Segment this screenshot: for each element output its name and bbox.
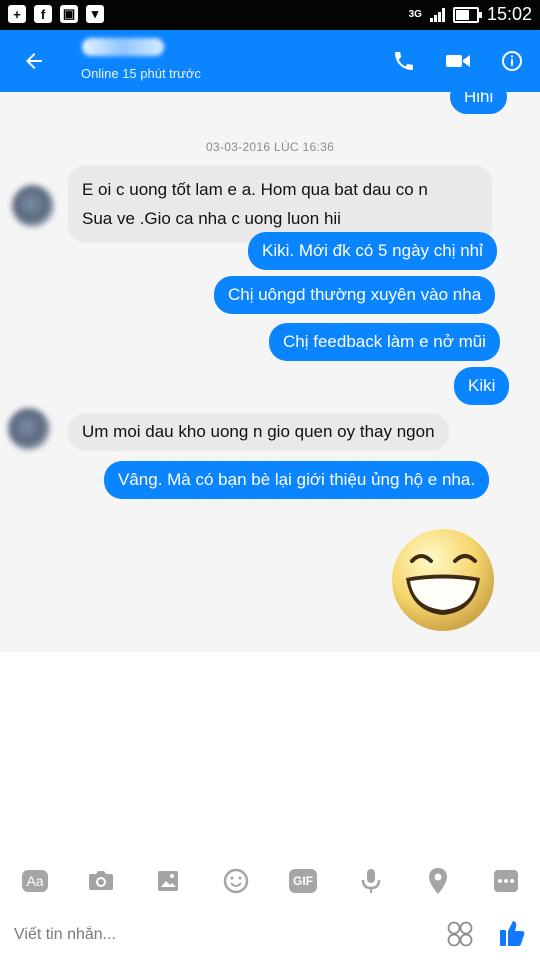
message-input[interactable] xyxy=(12,916,416,954)
gallery-icon: ▣ xyxy=(60,5,78,23)
shield-icon: ▾ xyxy=(86,5,104,23)
date-divider: 03-03-2016 LÚC 16:36 xyxy=(205,140,335,154)
video-camera-icon[interactable] xyxy=(444,47,472,75)
sticker-icon[interactable] xyxy=(446,920,474,948)
plus-notification-icon: + xyxy=(8,5,26,23)
message-bubble-incoming[interactable]: Um moi dau kho uong n gio quen oy thay n… xyxy=(68,413,449,451)
microphone-icon[interactable] xyxy=(354,868,388,894)
battery-icon xyxy=(452,6,482,23)
camera-icon[interactable] xyxy=(84,868,118,894)
status-right: 3G 15:02 xyxy=(409,4,532,25)
network-type: 3G xyxy=(408,9,422,20)
composer-toolbar: Aa GIF xyxy=(0,860,540,900)
message-bubble-outgoing[interactable]: Kiki xyxy=(454,367,510,405)
contact-name-blurred xyxy=(82,38,164,56)
message-composer xyxy=(0,912,540,960)
contact-avatar[interactable] xyxy=(8,408,50,450)
back-arrow-icon[interactable] xyxy=(20,47,48,75)
message-bubble-outgoing[interactable]: Kiki. Mới đk có 5 ngày chị nhỉ xyxy=(248,232,497,270)
signal-icon xyxy=(429,7,445,22)
text-format-button[interactable]: Aa xyxy=(18,868,52,894)
info-icon[interactable] xyxy=(498,47,526,75)
more-icon[interactable] xyxy=(489,868,523,894)
message-line: E oi c uong tốt lam e a. Hom qua bat dau… xyxy=(82,180,428,199)
status-left: + f ▣ ▾ xyxy=(8,5,104,23)
status-bar: + f ▣ ▾ 3G 15:02 xyxy=(0,0,540,30)
clock: 15:02 xyxy=(486,4,532,24)
grinning-face-sticker[interactable] xyxy=(389,526,497,634)
message-bubble-outgoing[interactable]: Chị uôngd thường xuyên vào nha xyxy=(214,276,496,314)
chat-header: Online 15 phút trước xyxy=(0,30,540,92)
message-bubble-outgoing[interactable]: Vâng. Mà có bạn bè lại giới thiệu ủng hộ… xyxy=(104,461,490,499)
location-icon[interactable] xyxy=(421,868,455,894)
message-line: Sua ve .Gio ca nha c uong luon hii xyxy=(82,209,341,228)
online-status: Online 15 phút trước xyxy=(81,66,201,81)
gif-button[interactable]: GIF xyxy=(286,868,320,894)
like-icon[interactable] xyxy=(499,918,527,948)
message-list[interactable]: Hihi 03-03-2016 LÚC 16:36 E oi c uong tố… xyxy=(0,92,540,652)
phone-icon[interactable] xyxy=(390,47,418,75)
emoji-icon[interactable] xyxy=(219,868,253,894)
facebook-icon: f xyxy=(34,5,52,23)
gallery-icon[interactable] xyxy=(151,868,185,894)
message-bubble-partial[interactable]: Hihi xyxy=(450,92,508,114)
message-bubble-outgoing[interactable]: Chị feedback làm e nở mũi xyxy=(269,323,500,361)
contact-avatar[interactable] xyxy=(12,185,54,227)
